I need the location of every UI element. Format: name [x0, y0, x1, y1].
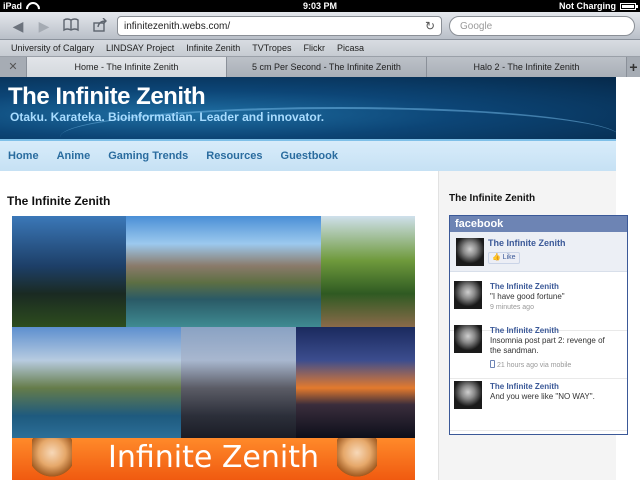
post-text: And you were like "NO WAY". [490, 392, 595, 401]
facebook-page-info: The Infinite Zenith 👍 Like [450, 232, 627, 272]
thumbs-up-icon: 👍 [492, 254, 501, 261]
tab-halo2[interactable]: Halo 2 - The Infinite Zenith [426, 57, 626, 77]
search-placeholder: Google [460, 21, 493, 32]
search-input[interactable]: Google [449, 16, 635, 36]
nav-resources[interactable]: Resources [206, 150, 262, 162]
tab-5cm[interactable]: 5 cm Per Second - The Infinite Zenith [226, 57, 426, 77]
city-skyline-photo [12, 216, 126, 327]
post-avatar[interactable] [454, 381, 482, 409]
site-tagline: Otaku. Karateka. Bioinformatian. Leader … [10, 110, 325, 124]
like-button[interactable]: 👍 Like [488, 252, 520, 264]
site-header: The Infinite Zenith Otaku. Karateka. Bio… [0, 77, 616, 139]
photo-collage: Infinite Zenith [12, 216, 415, 480]
nav-guestbook[interactable]: Guestbook [281, 150, 338, 162]
facebook-post: The Infinite Zenith And you were like "N… [450, 379, 627, 431]
bookmarks-bar: University of Calgary LINDSAY Project In… [0, 40, 640, 57]
address-url: infinitezenith.webs.com/ [124, 21, 231, 32]
facebook-logo[interactable]: facebook [450, 215, 627, 232]
downtown-photo [181, 327, 296, 438]
nav-home[interactable]: Home [8, 150, 39, 162]
bookmark-item[interactable]: TVTropes [252, 43, 291, 53]
facebook-page-name[interactable]: The Infinite Zenith [488, 238, 566, 248]
post-avatar[interactable] [454, 325, 482, 353]
mountain-river-photo [126, 216, 321, 327]
post-text: Insomnia post part 2: revenge of the san… [490, 336, 605, 355]
sunset-lake-photo [296, 327, 415, 438]
post-text: "I have good fortune" [490, 292, 565, 301]
post-time: 9 minutes ago [490, 304, 534, 311]
clock: 9:03 PM [302, 1, 337, 11]
site-nav: Home Anime Gaming Trends Resources Guest… [0, 139, 616, 171]
tab-bar: ✕ Home - The Infinite Zenith 5 cm Per Se… [0, 57, 640, 77]
site-title[interactable]: The Infinite Zenith [8, 83, 206, 111]
bookmark-item[interactable]: LINDSAY Project [106, 43, 174, 53]
facebook-widget: facebook The Infinite Zenith 👍 Like The … [449, 215, 628, 435]
nav-anime[interactable]: Anime [57, 150, 91, 162]
sidebar-title: The Infinite Zenith [449, 193, 536, 204]
status-bar: iPad 9:03 PM Not Charging [0, 0, 640, 12]
forward-arrow-icon[interactable]: ▶ [36, 18, 52, 34]
reload-icon[interactable]: ↻ [425, 19, 435, 33]
battery-icon [620, 2, 638, 10]
like-label: Like [502, 254, 516, 261]
browser-toolbar: ◀ ▶ infinitezenith.webs.com/ ↻ Google [0, 12, 640, 40]
address-bar[interactable]: infinitezenith.webs.com/ ↻ [117, 16, 442, 36]
post-author[interactable]: The Infinite Zenith [490, 382, 559, 391]
post-author[interactable]: The Infinite Zenith [490, 326, 559, 335]
bookmark-item[interactable]: Picasa [337, 43, 364, 53]
mountain-lake-photo [12, 327, 181, 438]
banner-text: Infinite Zenith [108, 440, 319, 475]
mountain-hotel-photo [321, 216, 415, 327]
mobile-icon [490, 360, 495, 368]
bookmark-item[interactable]: Infinite Zenith [186, 43, 240, 53]
bookmarks-book-icon[interactable] [63, 18, 79, 34]
new-tab-plus-icon[interactable]: + [626, 57, 640, 77]
post-time: 21 hours ago via mobile [490, 360, 571, 369]
nav-gaming-trends[interactable]: Gaming Trends [108, 150, 188, 162]
post-author[interactable]: The Infinite Zenith [490, 282, 559, 291]
page-avatar[interactable] [456, 238, 484, 266]
battery-status: Not Charging [559, 1, 616, 11]
tab-home[interactable]: Home - The Infinite Zenith [26, 57, 226, 77]
facebook-post: The Infinite Zenith Insomnia post part 2… [450, 323, 627, 379]
share-action-icon[interactable] [93, 17, 109, 34]
sidebar: The Infinite Zenith facebook The Infinit… [438, 171, 628, 480]
bookmark-item[interactable]: University of Calgary [11, 43, 94, 53]
post-avatar[interactable] [454, 281, 482, 309]
page-title: The Infinite Zenith [7, 194, 111, 208]
back-arrow-icon[interactable]: ◀ [10, 18, 26, 34]
close-tab-icon[interactable]: ✕ [0, 57, 26, 77]
bookmark-item[interactable]: Flickr [303, 43, 325, 53]
